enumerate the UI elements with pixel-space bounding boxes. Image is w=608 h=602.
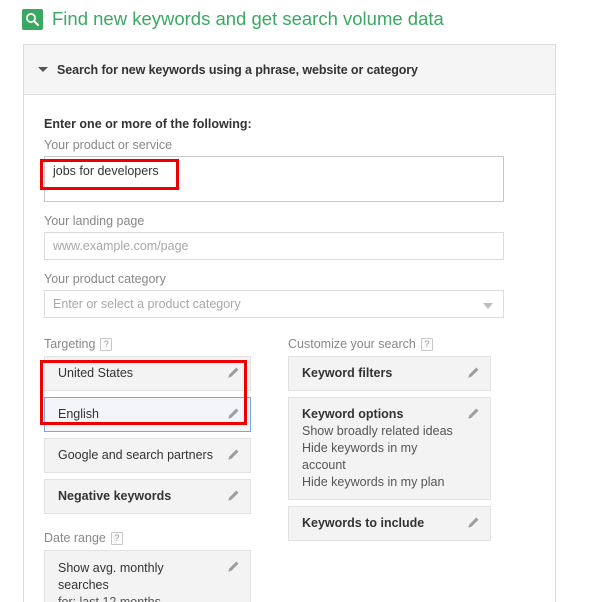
search-section-toggle[interactable]: Search for new keywords using a phrase, … bbox=[24, 45, 555, 95]
targeting-tile-location-label: United States bbox=[58, 366, 134, 380]
date-range-label-group: Date range ? bbox=[44, 531, 251, 545]
targeting-label: Targeting bbox=[44, 337, 96, 351]
customize-column: Customize your search ? Keyword filters … bbox=[288, 337, 491, 602]
targeting-tile-language-label: English bbox=[58, 407, 99, 421]
pencil-icon[interactable] bbox=[226, 366, 240, 380]
targeting-tile-network-label: Google and search partners bbox=[58, 448, 213, 462]
pencil-icon[interactable] bbox=[466, 366, 480, 380]
targeting-tile-negative-keywords-label: Negative keywords bbox=[58, 489, 172, 503]
date-range-tile[interactable]: Show avg. monthly searches for: last 12 … bbox=[44, 550, 251, 602]
product-or-service-label: Your product or service bbox=[44, 138, 173, 152]
targeting-tile-language[interactable]: English bbox=[44, 397, 251, 432]
product-category-placeholder: Enter or select a product category bbox=[53, 297, 241, 311]
date-range-label: Date range bbox=[44, 531, 106, 545]
customize-label: Customize your search bbox=[288, 337, 416, 351]
targeting-tile-network[interactable]: Google and search partners bbox=[44, 438, 251, 473]
pencil-icon[interactable] bbox=[226, 560, 240, 574]
customize-tile-keyword-filters-label: Keyword filters bbox=[302, 366, 393, 380]
pencil-icon[interactable] bbox=[466, 516, 480, 530]
customize-tile-keyword-options[interactable]: Keyword options Show broadly related ide… bbox=[288, 397, 491, 500]
help-icon[interactable]: ? bbox=[110, 531, 123, 545]
page-header: Find new keywords and get search volume … bbox=[22, 8, 444, 30]
pencil-icon[interactable] bbox=[226, 407, 240, 421]
page-title: Find new keywords and get search volume … bbox=[52, 8, 444, 29]
pencil-icon[interactable] bbox=[226, 448, 240, 462]
targeting-label-group: Targeting ? bbox=[44, 337, 251, 351]
product-or-service-input[interactable]: jobs for developers bbox=[44, 156, 504, 202]
date-range-tile-line1: Show avg. monthly searches bbox=[58, 561, 164, 592]
help-icon[interactable]: ? bbox=[420, 337, 433, 351]
targeting-tile-location[interactable]: United States bbox=[44, 356, 251, 391]
customize-tile-keyword-filters[interactable]: Keyword filters bbox=[288, 356, 491, 391]
pencil-icon[interactable] bbox=[226, 489, 240, 503]
customize-tile-keywords-to-include-label: Keywords to include bbox=[302, 516, 425, 530]
panel-body: Enter one or more of the following: Your… bbox=[24, 95, 555, 602]
options-columns: Targeting ? United States English Google… bbox=[44, 337, 535, 602]
pencil-icon[interactable] bbox=[466, 407, 480, 421]
targeting-tile-negative-keywords[interactable]: Negative keywords bbox=[44, 479, 251, 514]
date-range-tile-line2: for: last 12 months bbox=[58, 595, 161, 602]
customize-tile-keywords-to-include[interactable]: Keywords to include bbox=[288, 506, 491, 541]
landing-page-label: Your landing page bbox=[44, 214, 145, 228]
search-section-label: Search for new keywords using a phrase, … bbox=[57, 62, 418, 77]
keyword-option-1: Show broadly related ideas bbox=[302, 424, 453, 438]
keyword-option-3: Hide keywords in my plan bbox=[302, 475, 445, 489]
customize-tile-keyword-options-label: Keyword options bbox=[302, 407, 404, 421]
chevron-down-icon bbox=[38, 67, 48, 72]
form-intro: Enter one or more of the following: bbox=[44, 117, 252, 131]
keyword-option-2: Hide keywords in my account bbox=[302, 441, 418, 472]
search-icon bbox=[22, 8, 43, 30]
keyword-planner-panel: Search for new keywords using a phrase, … bbox=[23, 44, 556, 602]
customize-label-group: Customize your search ? bbox=[288, 337, 491, 351]
screen: Find new keywords and get search volume … bbox=[0, 0, 608, 602]
help-icon[interactable]: ? bbox=[100, 337, 113, 351]
product-category-label: Your product category bbox=[44, 272, 166, 286]
targeting-column: Targeting ? United States English Google… bbox=[44, 337, 251, 602]
landing-page-input[interactable]: www.example.com/page bbox=[44, 232, 504, 260]
product-category-select[interactable]: Enter or select a product category bbox=[44, 290, 504, 318]
chevron-down-icon bbox=[483, 303, 493, 309]
